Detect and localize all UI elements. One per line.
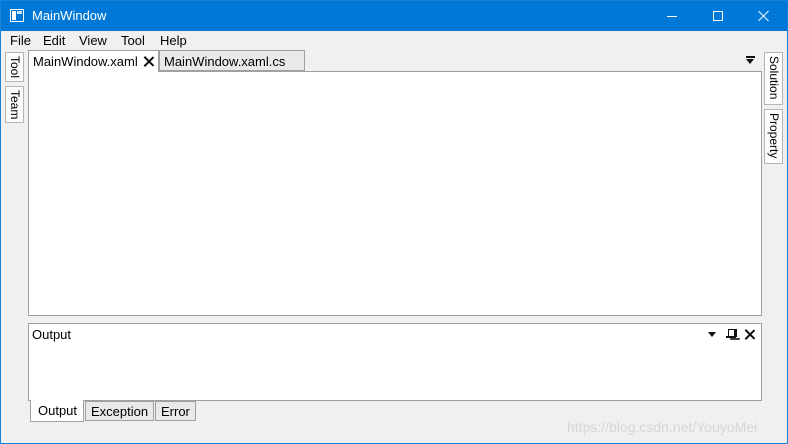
maximize-button[interactable] — [695, 1, 741, 31]
maximize-icon — [713, 11, 723, 21]
side-tab-solution-label: Solution — [767, 56, 781, 100]
pane-close-icon[interactable] — [744, 329, 755, 340]
tab-close-icon[interactable] — [143, 56, 154, 67]
tab-mainwindow-xaml-cs[interactable]: MainWindow.xaml.cs — [159, 50, 305, 71]
side-tab-team-label: Team — [8, 90, 22, 120]
tab-mainwindow-xaml-label: MainWindow.xaml — [33, 54, 138, 69]
document-tab-strip: MainWindow.xaml MainWindow.xaml.cs — [28, 50, 762, 72]
tab-output-label: Output — [38, 403, 78, 418]
side-tab-property[interactable]: Property — [764, 109, 783, 164]
pane-options-dropdown-icon[interactable] — [708, 332, 716, 337]
output-pane-title: Output — [32, 327, 72, 342]
tab-mainwindow-xaml-cs-label: MainWindow.xaml.cs — [164, 54, 286, 69]
close-button[interactable] — [741, 1, 787, 31]
menu-help[interactable]: Help — [160, 33, 187, 48]
main-window: MainWindow File Edit View Tool Help Tool… — [0, 0, 788, 444]
pin-icon[interactable] — [726, 329, 737, 341]
close-icon — [758, 10, 770, 22]
side-tab-team[interactable]: Team — [5, 86, 24, 123]
app-window-icon — [10, 9, 24, 22]
menu-edit[interactable]: Edit — [43, 33, 65, 48]
window-title: MainWindow — [32, 8, 107, 23]
tab-output[interactable]: Output — [30, 400, 84, 422]
tab-mainwindow-xaml[interactable]: MainWindow.xaml — [28, 50, 159, 72]
menu-view[interactable]: View — [79, 33, 107, 48]
watermark-text: https://blog.csdn.net/YouyoMei — [567, 419, 758, 435]
output-pane: Output — [28, 323, 762, 401]
tab-error[interactable]: Error — [155, 401, 196, 421]
title-bar[interactable]: MainWindow — [1, 1, 787, 31]
minimize-button[interactable] — [649, 1, 695, 31]
menu-tool[interactable]: Tool — [121, 33, 145, 48]
side-tab-tool-label: Tool — [8, 56, 22, 79]
minimize-icon — [667, 15, 677, 17]
document-list-dropdown-icon[interactable] — [746, 56, 756, 66]
side-tab-tool[interactable]: Tool — [5, 52, 24, 82]
tab-exception-label: Exception — [91, 404, 149, 419]
side-tab-solution[interactable]: Solution — [764, 52, 783, 105]
document-content-area[interactable] — [28, 71, 762, 316]
side-tab-property-label: Property — [767, 113, 781, 159]
tab-error-label: Error — [161, 404, 190, 419]
menu-file[interactable]: File — [10, 33, 31, 48]
menu-bar: File Edit View Tool Help — [1, 31, 787, 50]
tab-exception[interactable]: Exception — [85, 401, 154, 421]
